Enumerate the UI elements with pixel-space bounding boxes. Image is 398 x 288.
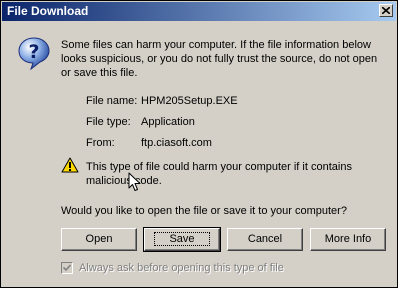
file-name-row: File name: HPM205Setup.EXE	[86, 94, 238, 108]
open-button[interactable]: Open	[61, 228, 137, 251]
checkmark-icon	[63, 264, 71, 272]
always-ask-checkbox[interactable]	[61, 262, 73, 274]
warning-icon	[61, 157, 79, 173]
always-ask-label: Always ask before opening this type of f…	[79, 262, 284, 274]
file-type-label: File type:	[86, 116, 131, 128]
title-bar[interactable]: File Download	[2, 2, 396, 21]
save-button-label: Save	[154, 232, 210, 246]
intro-text: Some files can harm your computer. If th…	[61, 39, 378, 79]
cancel-button[interactable]: Cancel	[227, 228, 303, 251]
file-type-row: File type: Application	[86, 115, 195, 129]
file-name-label: File name:	[86, 95, 138, 107]
mouse-pointer-icon	[128, 172, 141, 191]
more-info-button[interactable]: More Info	[310, 228, 386, 251]
close-icon	[382, 7, 390, 14]
window-title: File Download	[7, 4, 89, 18]
svg-text:?: ?	[28, 41, 39, 63]
close-button[interactable]	[379, 4, 393, 17]
file-from-row: From: ftp.ciasoft.com	[86, 136, 212, 150]
file-from-value: ftp.ciasoft.com	[141, 137, 212, 149]
file-type-value: Application	[141, 116, 195, 128]
question-text: Would you like to open the file or save …	[61, 205, 347, 217]
question-icon: ?	[18, 37, 50, 70]
save-button[interactable]: Save	[143, 227, 221, 252]
file-from-label: From:	[86, 137, 115, 149]
file-name-value: HPM205Setup.EXE	[141, 95, 238, 107]
file-download-dialog: File Download ? Some files can harm your…	[0, 0, 398, 288]
